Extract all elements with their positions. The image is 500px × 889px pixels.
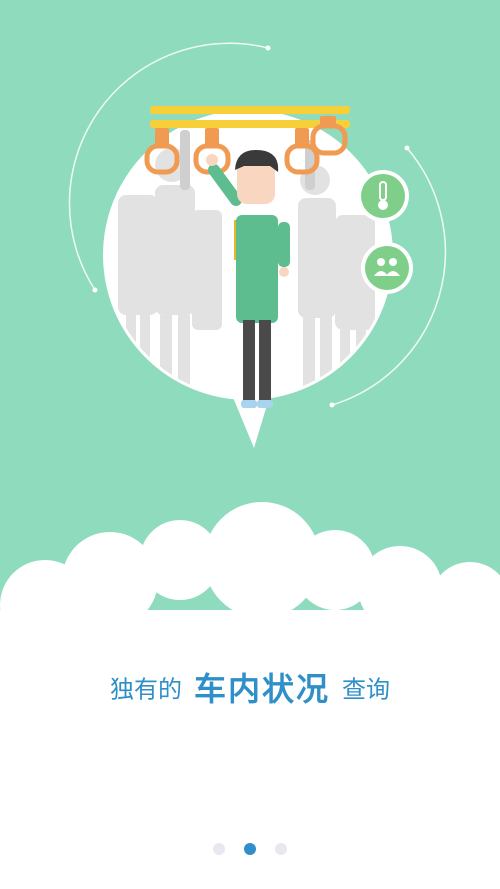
- crowded-bus-illustration: [68, 42, 447, 448]
- page-dot-3[interactable]: [275, 842, 288, 855]
- page-dot-1[interactable]: [212, 842, 225, 855]
- caption-suffix: 查询: [342, 675, 390, 704]
- thermometer-icon: [357, 170, 409, 222]
- people-icon: [361, 242, 413, 294]
- caption-highlight: 车内状况: [193, 670, 330, 708]
- page-dot-2[interactable]: [244, 842, 256, 855]
- caption-prefix: 独有的: [109, 675, 182, 704]
- feature-caption: 独有的 车内状况 查询: [0, 664, 500, 710]
- page-indicator: [0, 838, 500, 857]
